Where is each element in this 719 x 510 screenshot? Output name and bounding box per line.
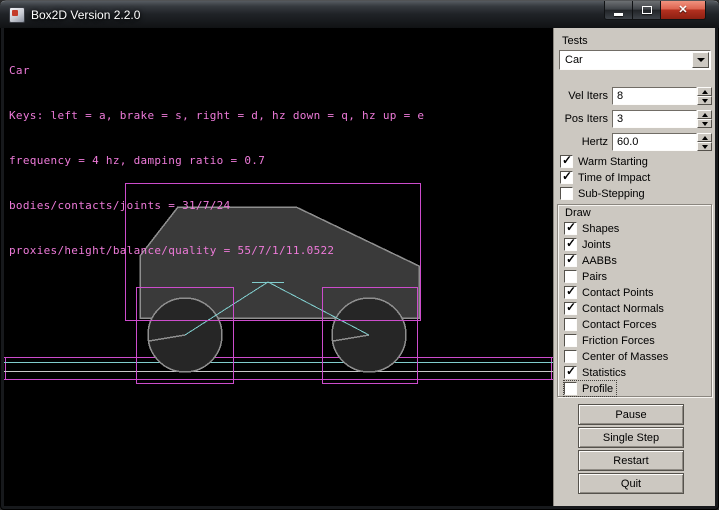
hertz-down-button[interactable] <box>697 142 712 151</box>
pos-iters-row: Pos Iters 3 <box>554 110 716 128</box>
window-controls: ✕ <box>605 1 706 20</box>
window-content: Car Keys: left = a, brake = s, right = d… <box>4 28 715 506</box>
vel-iters-down-button[interactable] <box>697 96 712 105</box>
minimize-icon <box>614 13 623 16</box>
checkbox-contact-forces[interactable]: Contact Forces <box>564 317 660 332</box>
checkbox-sub-stepping[interactable]: Sub-Stepping <box>560 186 648 201</box>
pos-iters-down-button[interactable] <box>697 119 712 128</box>
arrow-up-icon <box>702 136 708 140</box>
checkbox-contact-points[interactable]: Contact Points <box>564 285 657 300</box>
vel-iters-row: Vel Iters 8 <box>554 87 716 105</box>
minimize-button[interactable] <box>604 1 633 20</box>
tests-label: Tests <box>562 35 588 47</box>
single-step-button[interactable]: Single Step <box>578 427 684 448</box>
pause-button[interactable]: Pause <box>578 404 684 425</box>
hertz-input[interactable]: 60.0 <box>612 133 697 151</box>
checkbox-box <box>560 187 573 200</box>
checkbox-profile[interactable]: Profile <box>564 381 616 396</box>
checkbox-pairs[interactable]: Pairs <box>564 269 610 284</box>
app-icon <box>9 7 25 23</box>
hertz-up-button[interactable] <box>697 133 712 142</box>
hertz-row: Hertz 60.0 <box>554 133 716 151</box>
checkbox-label: Contact Normals <box>582 303 664 315</box>
hertz-label: Hertz <box>554 136 608 148</box>
vel-iters-label: Vel Iters <box>554 90 608 102</box>
checkbox-box <box>564 270 577 283</box>
close-icon: ✕ <box>678 5 687 16</box>
pos-iters-spinner <box>697 110 712 128</box>
test-select[interactable]: Car <box>559 50 711 70</box>
checkbox-statistics[interactable]: Statistics <box>564 365 629 380</box>
test-select-dropdown-button[interactable] <box>692 52 709 68</box>
checkbox-label: Profile <box>582 383 613 395</box>
pos-iters-input[interactable]: 3 <box>612 110 697 128</box>
chevron-down-icon <box>697 58 705 62</box>
vel-iters-up-button[interactable] <box>697 87 712 96</box>
checkbox-box <box>564 222 577 235</box>
checkbox-shapes[interactable]: Shapes <box>564 221 622 236</box>
checkbox-box <box>560 155 573 168</box>
checkbox-label: Time of Impact <box>578 172 650 184</box>
checkbox-label: Statistics <box>582 367 626 379</box>
checkbox-box <box>564 238 577 251</box>
checkbox-label: AABBs <box>582 255 617 267</box>
test-select-value: Car <box>565 54 583 66</box>
checkbox-label: Warm Starting <box>578 156 648 168</box>
checkbox-box <box>560 171 573 184</box>
control-panel: Tests Car Vel Iters 8 Pos Iters 3 <box>553 28 715 506</box>
keys-help-text: Keys: left = a, brake = s, right = d, hz… <box>9 108 424 123</box>
debug-text-overlay: Car Keys: left = a, brake = s, right = d… <box>9 33 424 288</box>
checkbox-label: Friction Forces <box>582 335 655 347</box>
checkbox-label: Pairs <box>582 271 607 283</box>
proxies-stats-text: proxies/height/balance/quality = 55/7/1/… <box>9 243 424 258</box>
maximize-icon <box>642 6 652 14</box>
bodies-stats-text: bodies/contacts/joints = 31/7/24 <box>9 198 424 213</box>
checkbox-box <box>564 350 577 363</box>
checkbox-label: Joints <box>582 239 611 251</box>
checkbox-warm-starting[interactable]: Warm Starting <box>560 154 651 169</box>
arrow-down-icon <box>702 122 708 126</box>
pos-iters-up-button[interactable] <box>697 110 712 119</box>
checkbox-friction-forces[interactable]: Friction Forces <box>564 333 658 348</box>
checkbox-box <box>564 286 577 299</box>
checkbox-label: Center of Masses <box>582 351 668 363</box>
checkbox-box <box>564 366 577 379</box>
draw-group: Draw Shapes Joints AABBs Pairs <box>557 204 712 397</box>
quit-button[interactable]: Quit <box>578 473 684 494</box>
checkbox-label: Contact Forces <box>582 319 657 331</box>
checkbox-box <box>564 382 577 395</box>
simulation-canvas[interactable]: Car Keys: left = a, brake = s, right = d… <box>4 28 553 506</box>
checkbox-box <box>564 254 577 267</box>
checkbox-box <box>564 302 577 315</box>
checkbox-time-of-impact[interactable]: Time of Impact <box>560 170 653 185</box>
test-title-text: Car <box>9 63 424 78</box>
checkbox-contact-normals[interactable]: Contact Normals <box>564 301 667 316</box>
checkbox-joints[interactable]: Joints <box>564 237 614 252</box>
close-button[interactable]: ✕ <box>660 1 706 20</box>
restart-button[interactable]: Restart <box>578 450 684 471</box>
checkbox-label: Sub-Stepping <box>578 188 645 200</box>
checkbox-box <box>564 334 577 347</box>
checkbox-label: Shapes <box>582 223 619 235</box>
maximize-button[interactable] <box>632 1 661 20</box>
arrow-down-icon <box>702 99 708 103</box>
app-window: Box2D Version 2.2.0 ✕ Car Keys: left = a… <box>0 0 719 510</box>
checkbox-label: Contact Points <box>582 287 654 299</box>
draw-group-title: Draw <box>565 207 591 219</box>
checkbox-aabbs[interactable]: AABBs <box>564 253 620 268</box>
arrow-down-icon <box>702 145 708 149</box>
pos-iters-label: Pos Iters <box>554 113 608 125</box>
window-title: Box2D Version 2.2.0 <box>31 8 140 22</box>
checkbox-center-of-masses[interactable]: Center of Masses <box>564 349 671 364</box>
titlebar[interactable]: Box2D Version 2.2.0 ✕ <box>0 0 719 28</box>
arrow-up-icon <box>702 113 708 117</box>
arrow-up-icon <box>702 90 708 94</box>
frequency-text: frequency = 4 hz, damping ratio = 0.7 <box>9 153 424 168</box>
vel-iters-input[interactable]: 8 <box>612 87 697 105</box>
checkbox-box <box>564 318 577 331</box>
vel-iters-spinner <box>697 87 712 105</box>
hertz-spinner <box>697 133 712 151</box>
